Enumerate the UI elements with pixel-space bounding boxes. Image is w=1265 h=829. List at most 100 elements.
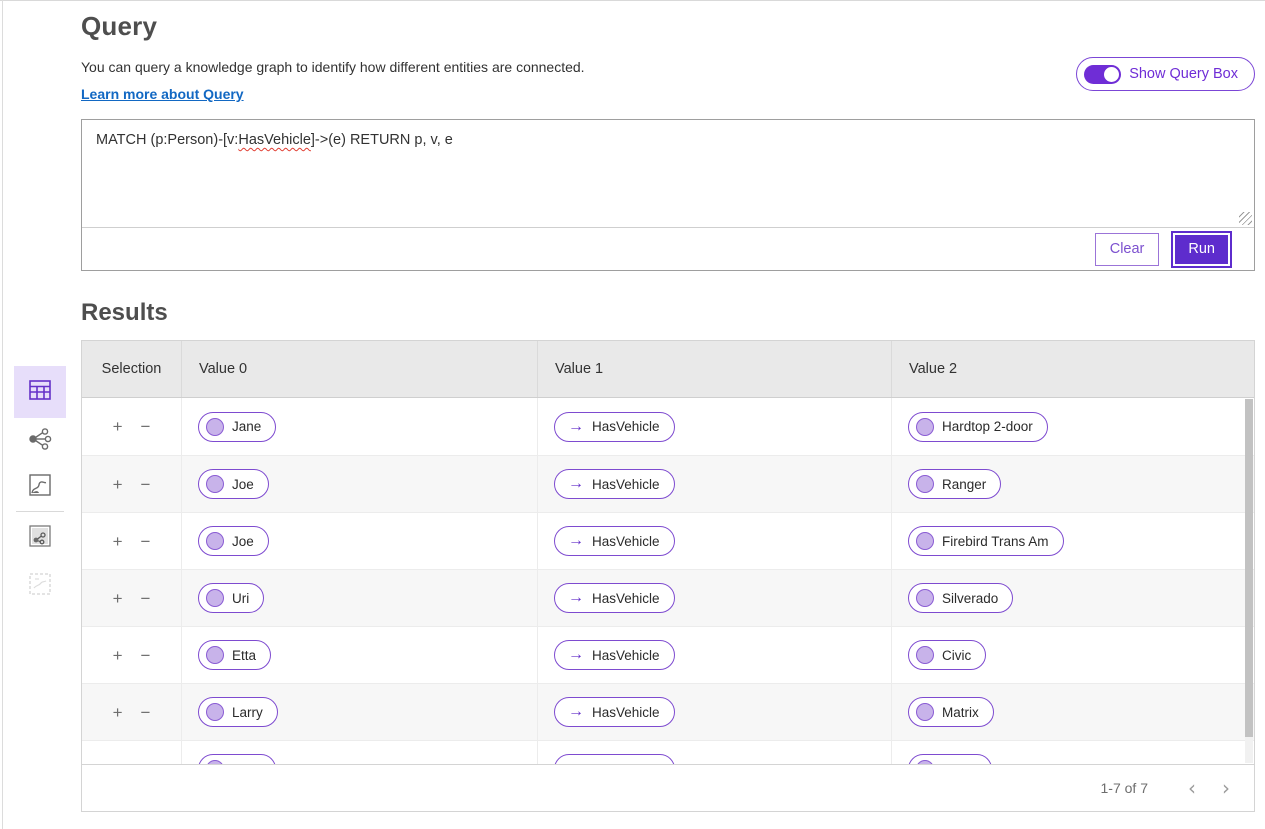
entity-chip[interactable]: Firebird Trans Am: [908, 526, 1064, 556]
remove-from-selection-button[interactable]: −: [141, 476, 151, 493]
column-header-selection: Selection: [82, 341, 181, 397]
column-header-value1: Value 1: [537, 341, 891, 397]
relationship-chip[interactable]: → HasVehicle: [554, 640, 675, 670]
relationship-chip-label: HasVehicle: [592, 648, 660, 663]
value2-cell: Civic: [891, 627, 1254, 683]
relationship-chip[interactable]: → HasVehicle: [554, 697, 675, 727]
entity-chip[interactable]: Silverado: [908, 583, 1013, 613]
add-to-selection-button[interactable]: +: [113, 533, 123, 550]
page-title: Query: [81, 11, 1255, 42]
sidebar-item-map-view[interactable]: [14, 464, 66, 510]
query-text-before: MATCH (p:Person)-[v:: [96, 132, 238, 148]
sidebar-item-link-chart-view[interactable]: [14, 418, 66, 464]
relationship-chip[interactable]: → HasVehicle: [554, 412, 675, 442]
show-query-box-toggle[interactable]: Show Query Box: [1076, 57, 1255, 91]
entity-chip[interactable]: Jane: [198, 754, 276, 764]
add-to-selection-button[interactable]: +: [113, 590, 123, 607]
remove-from-selection-button[interactable]: −: [141, 418, 151, 435]
relationship-chip[interactable]: → HasVehicle: [554, 754, 675, 764]
relationship-chip-label: HasVehicle: [592, 762, 660, 765]
entity-chip-label: Civic: [942, 648, 971, 663]
remove-from-selection-button[interactable]: −: [141, 761, 151, 765]
entity-chip[interactable]: Matrix: [908, 697, 994, 727]
add-to-selection-button[interactable]: +: [113, 418, 123, 435]
value2-cell: Matrix: [891, 684, 1254, 740]
add-to-selection-button[interactable]: +: [113, 704, 123, 721]
pagination-next-icon[interactable]: ›: [1222, 778, 1230, 798]
entity-chip[interactable]: Joe: [198, 469, 269, 499]
entity-chip-label: Uri: [232, 591, 249, 606]
entity-chip[interactable]: Jane: [198, 412, 276, 442]
remove-from-selection-button[interactable]: −: [141, 590, 151, 607]
relationship-arrow-icon: →: [563, 533, 584, 549]
entity-chip-label: Joe: [232, 477, 254, 492]
entity-chip[interactable]: Larry: [198, 697, 278, 727]
relationship-arrow-icon: →: [563, 590, 584, 606]
sidebar-item-add-to-link-chart[interactable]: [14, 513, 66, 563]
query-actions: Clear Run: [82, 228, 1254, 270]
entity-chip-label: Jane: [232, 762, 261, 765]
table-footer: 1-7 of 7 ‹ ›: [82, 764, 1254, 811]
entity-node-icon: [206, 589, 224, 607]
table-scrollbar[interactable]: [1245, 399, 1253, 763]
relationship-chip[interactable]: → HasVehicle: [554, 526, 675, 556]
panel-left-border: [2, 0, 3, 829]
add-to-selection-button[interactable]: +: [113, 476, 123, 493]
add-to-link-chart-icon: [29, 525, 51, 552]
entity-chip-label: Hardtop 2-door: [942, 419, 1033, 434]
entity-chip-label: Metro: [942, 762, 977, 765]
entity-node-icon: [916, 475, 934, 493]
value1-cell: → HasVehicle: [537, 570, 891, 626]
results-view-sidebar: [14, 366, 66, 609]
entity-node-icon: [916, 418, 934, 436]
column-header-value0: Value 0: [181, 341, 537, 397]
value0-cell: Etta: [181, 627, 537, 683]
entity-chip[interactable]: Metro: [908, 754, 992, 764]
table-row: + − Uri → HasVehicle Silverado: [82, 569, 1254, 626]
relationship-chip[interactable]: → HasVehicle: [554, 469, 675, 499]
value0-cell: Uri: [181, 570, 537, 626]
clear-button[interactable]: Clear: [1095, 233, 1160, 266]
entity-node-icon: [916, 532, 934, 550]
entity-chip[interactable]: Etta: [198, 640, 271, 670]
entity-chip[interactable]: Joe: [198, 526, 269, 556]
main-content: Query You can query a knowledge graph to…: [81, 0, 1255, 104]
entity-chip-label: Jane: [232, 419, 261, 434]
pagination-prev-icon[interactable]: ‹: [1188, 778, 1196, 798]
run-button[interactable]: Run: [1173, 233, 1230, 266]
entity-node-icon: [206, 646, 224, 664]
entity-chip[interactable]: Ranger: [908, 469, 1001, 499]
entity-chip[interactable]: Civic: [908, 640, 986, 670]
table-header-row: Selection Value 0 Value 1 Value 2: [82, 341, 1254, 398]
remove-from-selection-button[interactable]: −: [141, 647, 151, 664]
add-to-selection-button[interactable]: +: [113, 761, 123, 765]
value0-cell: Jane: [181, 398, 537, 455]
value1-cell: → HasVehicle: [537, 513, 891, 569]
sidebar-item-table-view[interactable]: [14, 366, 66, 418]
table-row: + − Joe → HasVehicle Firebird Trans Am: [82, 512, 1254, 569]
entity-node-icon: [206, 418, 224, 436]
textarea-resize-grip[interactable]: [1239, 212, 1252, 225]
entity-chip[interactable]: Hardtop 2-door: [908, 412, 1048, 442]
entity-chip-label: Matrix: [942, 705, 979, 720]
learn-more-link[interactable]: Learn more about Query: [81, 86, 244, 102]
remove-from-selection-button[interactable]: −: [141, 704, 151, 721]
table-row: + − Joe → HasVehicle Ranger: [82, 455, 1254, 512]
entity-chip-label: Firebird Trans Am: [942, 534, 1049, 549]
table-row: + − Etta → HasVehicle Civic: [82, 626, 1254, 683]
selection-cell: + −: [82, 513, 181, 569]
entity-chip[interactable]: Uri: [198, 583, 264, 613]
entity-node-icon: [206, 475, 224, 493]
entity-node-icon: [916, 760, 934, 764]
add-to-selection-button[interactable]: +: [113, 647, 123, 664]
remove-from-selection-button[interactable]: −: [141, 533, 151, 550]
query-input[interactable]: MATCH (p:Person)-[v:HasVehicle]->(e) RET…: [82, 120, 1254, 228]
scrollbar-thumb[interactable]: [1245, 399, 1253, 737]
entity-node-icon: [206, 760, 224, 764]
relationship-arrow-icon: →: [563, 647, 584, 663]
entity-node-icon: [916, 589, 934, 607]
selection-cell: + −: [82, 456, 181, 512]
query-text-after: ]->(e) RETURN p, v, e: [311, 132, 453, 148]
relationship-chip[interactable]: → HasVehicle: [554, 583, 675, 613]
selection-cell: + −: [82, 684, 181, 740]
